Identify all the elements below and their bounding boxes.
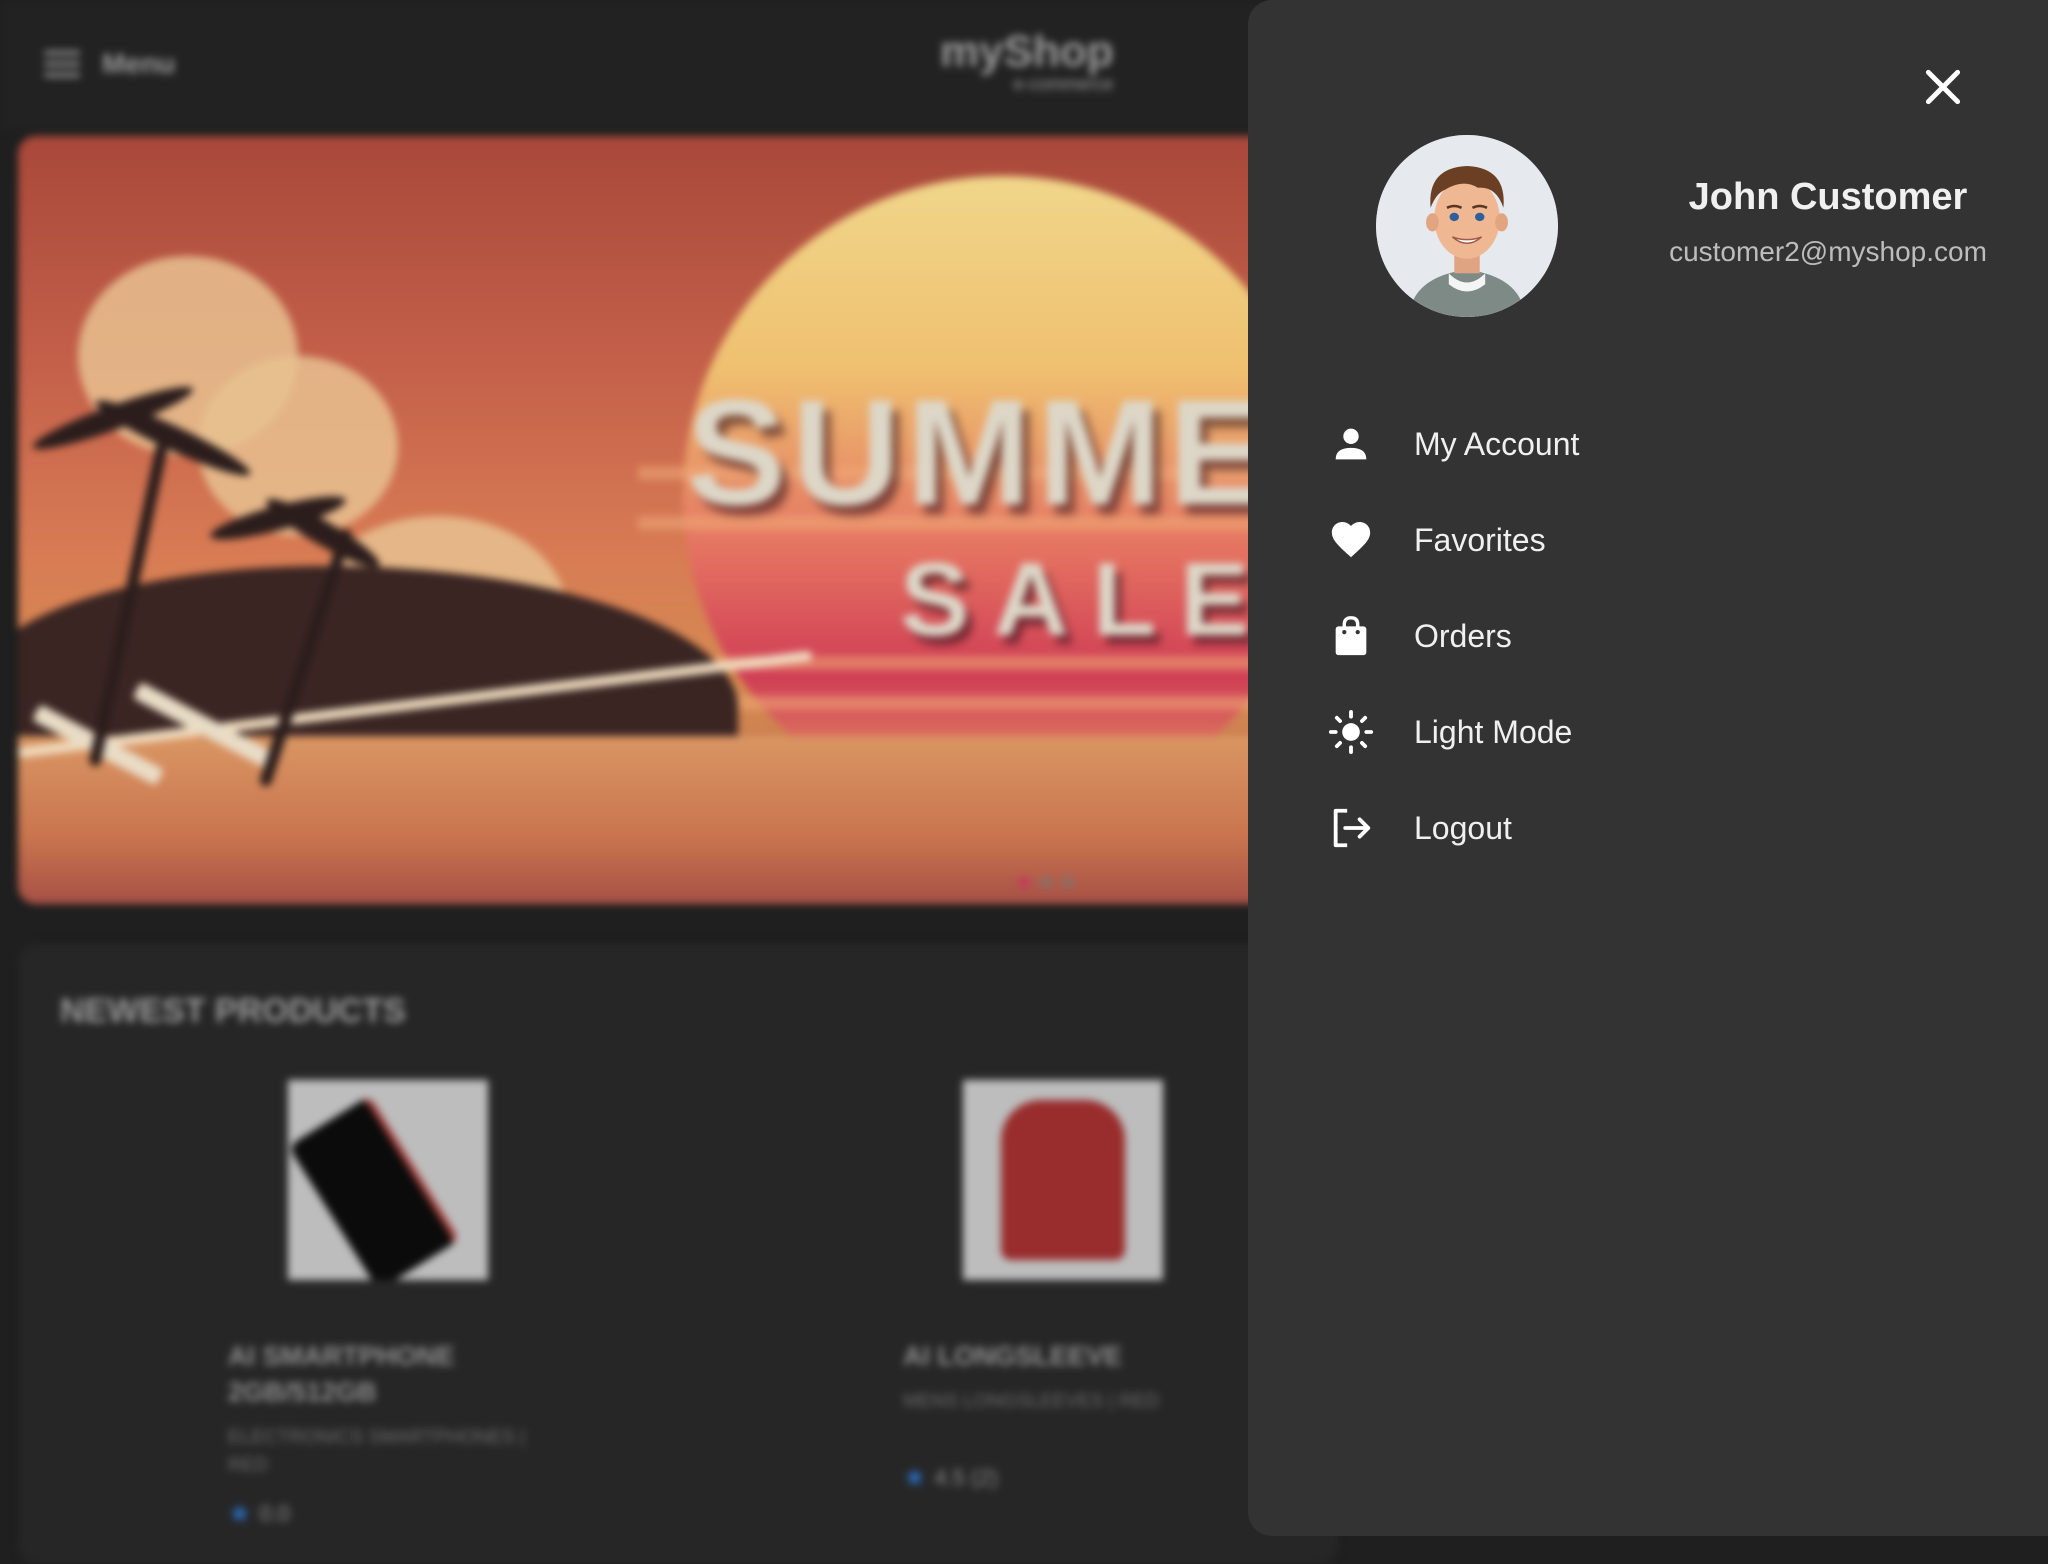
product-image	[288, 1080, 488, 1280]
top-app-bar: Menu myShop e-commerce	[0, 0, 1300, 130]
navigation-drawer: John Customer customer2@myshop.com My Ac…	[1248, 0, 2048, 1536]
carousel-dots	[1018, 876, 1074, 888]
hero-title: SUMME	[686, 368, 1275, 536]
menu-item-label: My Account	[1414, 425, 1580, 462]
product-name: AI LONGSLEEVE	[903, 1341, 1123, 1371]
logout-icon	[1328, 805, 1374, 851]
menu-item-label: Light Mode	[1414, 713, 1573, 750]
menu-item-label: Orders	[1414, 617, 1512, 654]
product-category: MENS LONGSLEEVES | RED	[903, 1391, 1160, 1412]
menu-item-label: Logout	[1414, 809, 1512, 846]
shopping-bag-icon	[1328, 613, 1374, 659]
rating-value: 4.5 (2)	[934, 1464, 998, 1490]
menu-item-my-account[interactable]: My Account	[1328, 396, 1968, 492]
heart-icon	[1328, 517, 1374, 563]
product-card[interactable]: AI LONGSLEEVE MENS LONGSLEEVES | RED ★ 4…	[903, 1080, 1243, 1493]
close-icon	[1925, 69, 1961, 105]
menu-item-label: Favorites	[1414, 521, 1546, 558]
menu-button[interactable]: Menu	[44, 48, 175, 80]
product-rating: ★ 0.0	[228, 1498, 568, 1529]
product-card[interactable]: AI SMARTPHONE 2GB/512GB ELECTRONICS SMAR…	[228, 1080, 568, 1529]
carousel-dot[interactable]	[1040, 876, 1052, 888]
hamburger-icon	[44, 51, 80, 77]
smartphone-image	[288, 1095, 460, 1280]
star-icon: ★	[903, 1462, 927, 1492]
beach-graphic	[18, 736, 1318, 904]
product-category: ELECTRONICS SMARTPHONES | RED	[228, 1427, 526, 1476]
menu-item-favorites[interactable]: Favorites	[1328, 492, 1968, 588]
brand-logo[interactable]: myShop e-commerce	[940, 28, 1114, 95]
carousel-dot[interactable]	[1062, 876, 1074, 888]
avatar[interactable]	[1376, 135, 1558, 317]
carousel-dot[interactable]	[1018, 876, 1030, 888]
menu-item-logout[interactable]: Logout	[1328, 780, 1968, 876]
rating-value: 0.0	[259, 1500, 290, 1526]
newest-products-section: NEWEST PRODUCTS AI SMARTPHONE 2GB/512GB …	[18, 944, 1338, 1564]
menu-item-light-mode[interactable]: Light Mode	[1328, 684, 1968, 780]
menu-item-orders[interactable]: Orders	[1328, 588, 1968, 684]
section-title: NEWEST PRODUCTS	[60, 992, 406, 1030]
avatar-image	[1376, 135, 1558, 317]
drawer-menu: My Account Favorites Orders Light Mode L…	[1328, 396, 1968, 876]
product-rating: ★ 4.5 (2)	[903, 1462, 1243, 1493]
product-image	[963, 1080, 1163, 1280]
menu-label: Menu	[102, 48, 176, 79]
sun-icon	[1328, 709, 1374, 755]
longsleeve-image	[1001, 1100, 1125, 1260]
brand-tagline: e-commerce	[1013, 74, 1114, 94]
hero-banner[interactable]: SUMME SALE	[18, 136, 1318, 904]
user-name: John Customer	[1688, 176, 1968, 218]
person-icon	[1328, 421, 1374, 467]
star-icon: ★	[228, 1498, 252, 1528]
hero-subtitle: SALE	[900, 542, 1274, 658]
user-email: customer2@myshop.com	[1669, 236, 1987, 267]
close-button[interactable]	[1918, 62, 1968, 112]
brand-name: myShop	[940, 27, 1114, 76]
product-name: AI SMARTPHONE 2GB/512GB	[228, 1341, 455, 1407]
